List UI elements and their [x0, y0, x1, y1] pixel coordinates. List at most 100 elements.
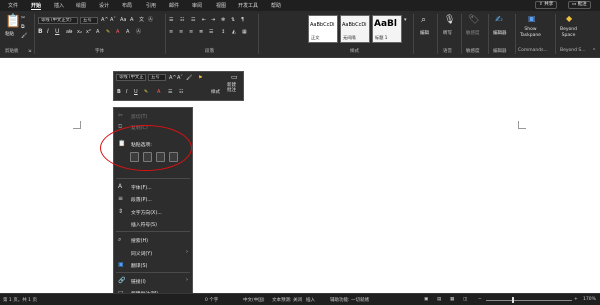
font-name-combo[interactable]: 等线 (中文正文)	[38, 17, 78, 24]
text-effects-icon[interactable]: A	[96, 29, 99, 35]
menu-item-translate[interactable]: ▣ 翻译(S)	[114, 260, 192, 270]
menu-item-cut[interactable]: ✂ 剪切(T)	[114, 111, 192, 121]
style-normal[interactable]: AaBbCcDi 正文	[308, 15, 338, 43]
style-no-spacing[interactable]: AaBbCcDi 无间隔	[340, 15, 370, 43]
justify-icon[interactable]: ≣	[199, 29, 203, 35]
sort-icon[interactable]: ⇅	[231, 17, 235, 23]
decrease-indent-icon[interactable]: ⇤	[202, 17, 206, 23]
format-painter-icon[interactable]: 🖌	[21, 33, 27, 39]
mini-grow-font-icon[interactable]: A^	[169, 75, 177, 81]
superscript-icon[interactable]: x²	[86, 29, 91, 35]
grow-font-icon[interactable]: A^	[101, 17, 109, 23]
menu-item-text-direction[interactable]: ⇕ 文字方向(X)...	[114, 207, 192, 217]
mini-new-comment-icon[interactable]: ▭	[231, 74, 238, 81]
increase-indent-icon[interactable]: ⇥	[211, 17, 215, 23]
tab-developer[interactable]: 开发工具	[238, 2, 258, 9]
tab-design[interactable]: 设计	[99, 2, 109, 9]
menu-item-paragraph[interactable]: ≡ 段落(P)...	[114, 194, 192, 204]
phonetic-guide-icon[interactable]: 文	[139, 17, 144, 23]
text-predictions[interactable]: 文本预测: 关闭	[272, 297, 302, 303]
mini-shrink-font-icon[interactable]: Aˇ	[177, 75, 183, 81]
tab-draw[interactable]: 绘图	[76, 2, 86, 9]
mini-underline-icon[interactable]: U	[134, 89, 138, 95]
mini-numbering-icon[interactable]: ☷	[179, 89, 183, 95]
font-size-combo[interactable]: 五号	[80, 17, 98, 24]
line-spacing-icon[interactable]: ↕	[221, 29, 225, 35]
tab-mailings[interactable]: 邮件	[169, 2, 179, 9]
chinese-layout-icon[interactable]: ✻	[221, 17, 225, 23]
shading-icon[interactable]: ◭	[232, 29, 236, 35]
dictate-button-label[interactable]: 听写	[443, 30, 452, 36]
tab-view[interactable]: 视图	[216, 2, 226, 9]
collapse-ribbon-icon[interactable]: ⌃	[592, 48, 596, 54]
comments-button[interactable]: ▭ 批注	[568, 1, 591, 9]
bold-icon[interactable]: B	[38, 29, 43, 35]
print-layout-icon[interactable]: ▦	[450, 297, 454, 302]
mini-font-name-combo[interactable]: 等线 (中文正	[116, 74, 146, 81]
zoom-out-icon[interactable]: −	[478, 297, 482, 302]
style-heading-1[interactable]: AaBl 标题 1	[372, 15, 402, 43]
multilevel-list-icon[interactable]: ☲	[191, 17, 195, 23]
menu-item-link[interactable]: 🔗 链接(I) ›	[114, 276, 192, 286]
sensitivity-button-label[interactable]: 敏感度	[466, 30, 480, 36]
shrink-font-icon[interactable]: Aˇ	[110, 17, 116, 23]
edit-button-label[interactable]: 编辑	[420, 30, 429, 36]
align-left-icon[interactable]: ≡	[169, 29, 173, 35]
show-marks-icon[interactable]: ¶	[241, 17, 244, 23]
char-border-icon[interactable]: Ⓐ	[136, 29, 141, 35]
document-canvas[interactable]	[0, 59, 600, 293]
language-indicator[interactable]: 中文(中国)	[243, 297, 265, 303]
mini-bold-icon[interactable]: B	[117, 89, 121, 95]
tab-insert[interactable]: 插入	[54, 2, 64, 9]
sensitivity-icon[interactable]: 🏷	[468, 16, 479, 25]
char-shading-icon[interactable]: A	[126, 29, 129, 35]
italic-icon[interactable]: I	[47, 29, 49, 35]
cut-icon[interactable]: ✂	[21, 15, 25, 21]
font-color-icon[interactable]: A	[116, 29, 119, 35]
insert-mode[interactable]: 插入	[306, 297, 315, 303]
taskpane-icon[interactable]: ▣	[528, 15, 536, 23]
editor-icon[interactable]: ✍	[495, 16, 503, 25]
mini-bullets-icon[interactable]: ☰	[168, 89, 172, 95]
distribute-icon[interactable]: ☰	[209, 29, 213, 35]
align-right-icon[interactable]: ≡	[189, 29, 193, 35]
borders-icon[interactable]: ▦	[242, 29, 247, 35]
page-indicator[interactable]: 第 1 页，共 1 页	[3, 297, 37, 303]
mini-styles-label[interactable]: 样式	[211, 89, 220, 95]
menu-item-font[interactable]: A 字体(F)...	[114, 182, 192, 192]
dictate-icon[interactable]: 🎙	[444, 16, 455, 25]
paste-button-label[interactable]: 粘贴	[5, 31, 14, 37]
align-center-icon[interactable]: ≡	[179, 29, 183, 35]
zoom-slider-track[interactable]	[486, 300, 572, 301]
paste-icon[interactable]: 📋	[5, 15, 21, 28]
tab-layout[interactable]: 布局	[122, 2, 132, 9]
read-mode-icon[interactable]: ▤	[437, 297, 441, 302]
word-count[interactable]: 0 个字	[205, 297, 218, 303]
tab-file[interactable]: 文件	[8, 2, 18, 9]
beyond-space-icon[interactable]: ◆	[566, 15, 572, 23]
copy-icon[interactable]: ⧉	[21, 24, 25, 30]
subscript-icon[interactable]: x₂	[77, 29, 82, 35]
show-taskpane-button[interactable]: Show Taskpane	[520, 27, 541, 39]
tab-review[interactable]: 审阅	[192, 2, 202, 9]
numbering-icon[interactable]: ☷	[180, 17, 184, 23]
menu-item-synonyms[interactable]: 同义词(Y) ›	[114, 248, 192, 258]
change-case-icon[interactable]: Aa	[120, 17, 126, 23]
tab-references[interactable]: 引用	[146, 2, 156, 9]
tab-home[interactable]: 开始	[31, 2, 42, 10]
share-button[interactable]: ⇪ 共享	[535, 1, 558, 9]
bullets-icon[interactable]: ☰	[169, 17, 173, 23]
clipboard-launcher-icon[interactable]: ⇲	[28, 48, 31, 54]
mini-font-color-icon[interactable]: A	[157, 89, 160, 95]
zoom-level[interactable]: 170%	[583, 297, 596, 302]
web-layout-icon[interactable]: ◫	[463, 297, 467, 302]
menu-item-search[interactable]: ⌕ 搜索(H)	[114, 235, 192, 245]
mini-format-painter-icon[interactable]: 🖌	[186, 75, 192, 81]
accessibility-status[interactable]: 辅助功能: 一切就绪	[330, 297, 369, 303]
zoom-slider-thumb[interactable]	[512, 297, 514, 303]
editor-button-label[interactable]: 编辑器	[493, 30, 507, 36]
strikethrough-icon[interactable]: ab̶	[66, 29, 72, 35]
mini-highlight-icon[interactable]: ✎	[144, 89, 148, 95]
mini-italic-icon[interactable]: I	[126, 89, 127, 95]
beyond-space-button[interactable]: Beyond Space	[560, 27, 577, 39]
